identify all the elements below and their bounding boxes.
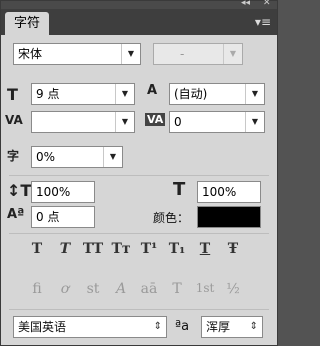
titling-alternates-button[interactable]: T <box>165 281 189 297</box>
close-icon[interactable]: ✕ <box>263 0 271 8</box>
chevron-down-icon: ▼ <box>245 84 264 104</box>
strikethrough-button[interactable]: Ŧ <box>221 241 245 257</box>
tsume-icon: 字 <box>7 149 20 163</box>
faux-bold-button[interactable]: T <box>25 241 49 257</box>
leading-icon: A <box>147 83 158 98</box>
horizontal-scale-value: 100% <box>202 185 237 199</box>
superscript-button[interactable]: T¹ <box>137 241 161 257</box>
antialias-value: 浑厚 <box>206 320 231 334</box>
chevron-down-icon: ▼ <box>121 44 140 64</box>
chevron-down-icon: ▼ <box>223 44 242 64</box>
vertical-scale-icon: ↕T <box>7 181 32 200</box>
divider <box>9 233 269 234</box>
chevron-down-icon: ▼ <box>115 84 134 104</box>
fractions-button[interactable]: ½ <box>221 281 245 297</box>
tracking-icon: VA <box>145 113 166 126</box>
font-family-dropdown[interactable]: 宋体 ▼ <box>13 43 141 65</box>
font-size-field[interactable]: 9 点 ▼ <box>31 83 135 105</box>
tracking-field[interactable]: 0 ▼ <box>169 111 265 133</box>
horizontal-scale-field[interactable]: 100% <box>197 181 261 203</box>
baseline-shift-value: 0 点 <box>36 210 60 224</box>
language-value: 美国英语 <box>18 320 67 334</box>
language-select[interactable]: 美国英语 ⇕ <box>13 316 167 338</box>
vertical-scale-value: 100% <box>36 185 71 199</box>
chevron-down-icon: ▼ <box>103 147 122 167</box>
baseline-shift-icon: Aª <box>7 207 25 222</box>
kerning-field[interactable]: ▼ <box>31 111 135 133</box>
color-label: 颜色： <box>153 211 190 225</box>
tab-character[interactable]: 字符 <box>5 12 49 35</box>
kerning-icon: VA <box>5 113 23 127</box>
stylistic-alternates-button[interactable]: aā <box>137 281 161 297</box>
tab-bar: 字符 ▾≡ <box>1 9 277 35</box>
font-family-value: 宋体 <box>18 47 43 61</box>
baseline-shift-field[interactable]: 0 点 <box>31 206 95 228</box>
leading-value: (自动) <box>174 87 208 101</box>
character-panel: ◂◂ ✕ 字符 ▾≡ 宋体 ▼ - ▼ T 9 点 ▼ A (自动) ▼ VA … <box>0 0 278 346</box>
font-size-value: 9 点 <box>36 87 60 101</box>
updown-icon: ⇕ <box>153 321 162 332</box>
updown-icon: ⇕ <box>249 321 258 332</box>
chevron-down-icon: ▼ <box>115 112 134 132</box>
subscript-button[interactable]: T₁ <box>165 241 189 257</box>
swash-button[interactable]: A <box>109 281 133 297</box>
underline-button[interactable]: T <box>193 241 217 257</box>
antialias-icon: ªa <box>175 319 190 334</box>
divider <box>9 175 269 176</box>
contextual-alternates-button[interactable]: st <box>81 281 105 297</box>
tracking-value: 0 <box>174 115 182 129</box>
small-caps-button[interactable]: Tт <box>109 241 133 257</box>
ligatures-button[interactable]: fi <box>25 281 49 297</box>
collapse-icon[interactable]: ◂◂ <box>241 0 250 8</box>
antialias-select[interactable]: 浑厚 ⇕ <box>201 316 263 338</box>
tsume-value: 0% <box>36 150 56 164</box>
discretionary-ligatures-button[interactable]: ơ <box>53 281 77 297</box>
divider <box>9 309 269 310</box>
font-style-dropdown[interactable]: - ▼ <box>153 43 243 65</box>
color-swatch[interactable] <box>197 206 261 228</box>
faux-italic-button[interactable]: T <box>53 241 77 257</box>
vertical-scale-field[interactable]: 100% <box>31 181 95 203</box>
horizontal-scale-icon: T <box>173 179 186 200</box>
tsume-field[interactable]: 0% ▼ <box>31 146 123 168</box>
chevron-down-icon: ▼ <box>245 112 264 132</box>
font-size-icon: T <box>7 85 18 104</box>
panel-top-bar: ◂◂ ✕ <box>1 0 277 9</box>
all-caps-button[interactable]: TT <box>81 241 105 257</box>
font-style-value: - <box>180 47 185 61</box>
ordinals-button[interactable]: 1st <box>193 281 217 295</box>
leading-field[interactable]: (自动) ▼ <box>169 83 265 105</box>
panel-menu-icon[interactable]: ▾≡ <box>255 15 271 29</box>
